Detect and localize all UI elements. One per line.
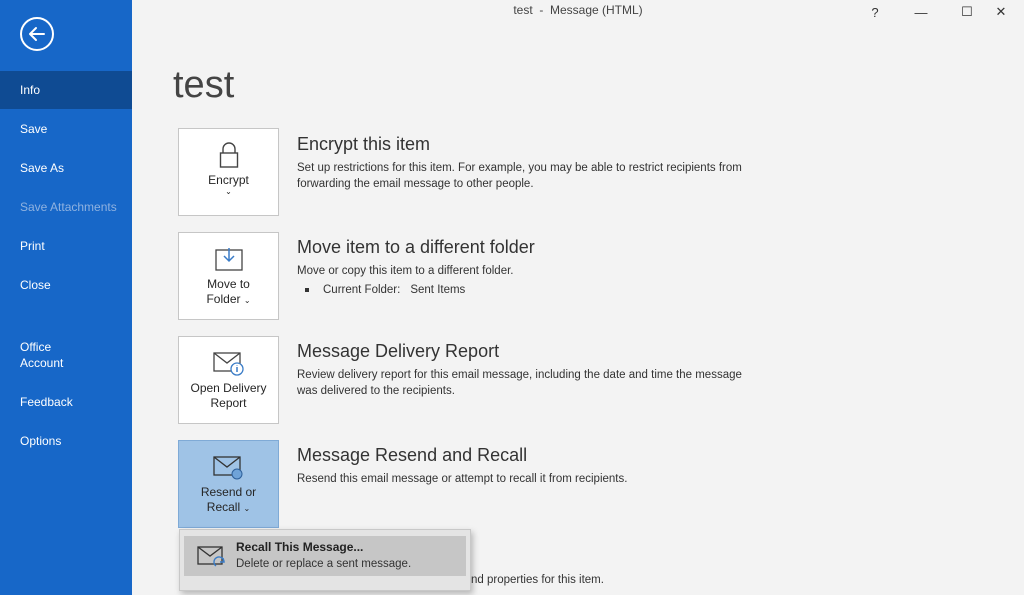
backstage-sidebar: Info Save Save As Save Attachments Print… bbox=[0, 0, 132, 595]
page-title: test bbox=[173, 64, 235, 106]
encrypt-description: Set up restrictions for this item. For e… bbox=[297, 162, 742, 190]
lock-icon bbox=[219, 142, 238, 168]
recall-message-title: Recall This Message... bbox=[236, 540, 364, 554]
envelope-recall-icon bbox=[196, 544, 228, 575]
minimize-button[interactable]: — bbox=[898, 0, 944, 24]
move-heading: Move item to a different folder bbox=[297, 237, 535, 257]
move-folder-icon bbox=[214, 248, 243, 271]
arrow-left-icon bbox=[29, 27, 45, 41]
nav-info[interactable]: Info bbox=[0, 71, 132, 109]
back-button[interactable] bbox=[20, 17, 54, 51]
chevron-down-icon: ⌄ bbox=[243, 296, 251, 305]
nav-options[interactable]: Options bbox=[0, 422, 132, 460]
delivery-button-label-1: Open Delivery bbox=[190, 381, 267, 395]
encrypt-heading: Encrypt this item bbox=[297, 134, 431, 154]
move-button-label-1: Move to bbox=[207, 277, 250, 291]
chevron-down-icon: ⌄ bbox=[225, 187, 232, 196]
nav-print[interactable]: Print bbox=[0, 227, 132, 265]
resend-recall-menu: Recall This Message... Delete or replace… bbox=[179, 529, 471, 591]
resend-button-label-1: Resend or bbox=[200, 485, 257, 499]
envelope-resend-icon bbox=[212, 456, 242, 480]
open-delivery-report-button[interactable]: Open Delivery Report bbox=[178, 336, 279, 424]
title-bar: test - Message (HTML) ? — ☐ ✕ bbox=[132, 0, 1024, 24]
move-button-label-2: Folder bbox=[206, 292, 241, 306]
properties-partial-text: nd properties for this item. bbox=[471, 574, 604, 586]
move-description: Move or copy this item to a different fo… bbox=[297, 265, 514, 277]
resend-heading: Message Resend and Recall bbox=[297, 445, 528, 465]
delivery-heading: Message Delivery Report bbox=[297, 341, 500, 361]
chevron-down-icon: ⌄ bbox=[243, 504, 251, 513]
bullet-icon bbox=[305, 287, 309, 292]
nav-save-as[interactable]: Save As bbox=[0, 149, 132, 187]
move-to-folder-button[interactable]: Move to Folder ⌄ bbox=[178, 232, 279, 320]
resend-button-label-2: Recall bbox=[206, 500, 241, 514]
delivery-description: Review delivery report for this email me… bbox=[297, 369, 742, 397]
delivery-button-label-2: Report bbox=[210, 396, 247, 410]
envelope-info-icon bbox=[212, 352, 244, 376]
menu-item-recall-message[interactable]: Recall This Message... Delete or replace… bbox=[184, 536, 466, 576]
close-window-button[interactable]: ✕ bbox=[978, 0, 1024, 24]
nav-close[interactable]: Close bbox=[0, 266, 132, 304]
encrypt-button[interactable]: Encrypt ⌄ bbox=[178, 128, 279, 216]
nav-save[interactable]: Save bbox=[0, 110, 132, 148]
current-folder-label: Current Folder: bbox=[323, 284, 401, 296]
recall-message-description: Delete or replace a sent message. bbox=[236, 558, 412, 570]
help-button[interactable]: ? bbox=[852, 0, 898, 24]
nav-office-account[interactable]: Office Account bbox=[0, 335, 132, 375]
nav-save-attachments[interactable]: Save Attachments bbox=[0, 188, 132, 226]
resend-description: Resend this email message or attempt to … bbox=[297, 473, 628, 485]
current-folder-value: Sent Items bbox=[410, 284, 466, 296]
encrypt-button-label: Encrypt bbox=[208, 173, 249, 187]
current-folder-row: Current Folder: Sent Items bbox=[305, 284, 465, 296]
nav-feedback[interactable]: Feedback bbox=[0, 383, 132, 421]
resend-or-recall-button[interactable]: Resend or Recall ⌄ bbox=[178, 440, 279, 528]
